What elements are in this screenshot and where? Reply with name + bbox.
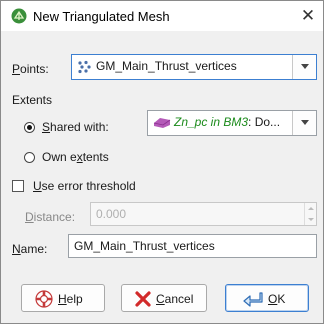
distance-field[interactable]: 0.000 <box>90 202 317 226</box>
cancel-button-label: Cancel <box>156 292 194 306</box>
use-error-threshold-label: Use error threshold <box>33 179 136 193</box>
use-error-threshold-checkbox[interactable] <box>12 180 24 192</box>
ok-button[interactable]: OK <box>225 284 309 312</box>
mesh-app-icon <box>11 8 27 24</box>
name-value: GM_Main_Thrust_vertices <box>74 239 215 253</box>
own-extents-radio[interactable] <box>24 152 35 163</box>
points-value: GM_Main_Thrust_vertices <box>96 59 237 73</box>
shared-with-label: Shared with: <box>42 120 109 134</box>
points-combo[interactable]: GM_Main_Thrust_vertices <box>71 54 317 80</box>
extents-heading: Extents <box>12 93 53 107</box>
distance-spinner[interactable] <box>304 203 316 225</box>
chevron-down-icon[interactable] <box>292 55 316 79</box>
new-triangulated-mesh-dialog: New Triangulated Mesh ✕ Points: GM_Main_… <box>0 0 324 324</box>
distance-label: Distance: <box>25 210 76 224</box>
cancel-button[interactable]: Cancel <box>121 284 207 312</box>
points-label: Points: <box>12 62 49 76</box>
ok-icon <box>243 292 263 307</box>
chevron-down-icon[interactable] <box>292 111 316 135</box>
dialog-title: New Triangulated Mesh <box>33 9 170 24</box>
distance-value: 0.000 <box>96 207 127 221</box>
help-button[interactable]: Help <box>21 284 105 312</box>
shared-with-combo[interactable]: Zn_pc in BM3: Do... <box>147 110 317 136</box>
ok-button-label: OK <box>268 292 286 306</box>
own-extents-label: Own extents <box>42 150 109 164</box>
close-icon[interactable]: ✕ <box>297 5 319 27</box>
shared-with-value: Zn_pc in BM3: Do... <box>174 115 281 129</box>
cancel-icon <box>135 291 151 307</box>
name-field[interactable]: GM_Main_Thrust_vertices <box>68 234 317 258</box>
title-bar: New Triangulated Mesh ✕ <box>1 1 323 31</box>
name-label: Name: <box>12 242 48 256</box>
help-icon <box>35 290 53 308</box>
shared-with-radio[interactable] <box>24 122 35 133</box>
points-icon <box>78 60 91 74</box>
block-model-icon <box>153 118 171 128</box>
help-button-label: Help <box>58 292 83 306</box>
